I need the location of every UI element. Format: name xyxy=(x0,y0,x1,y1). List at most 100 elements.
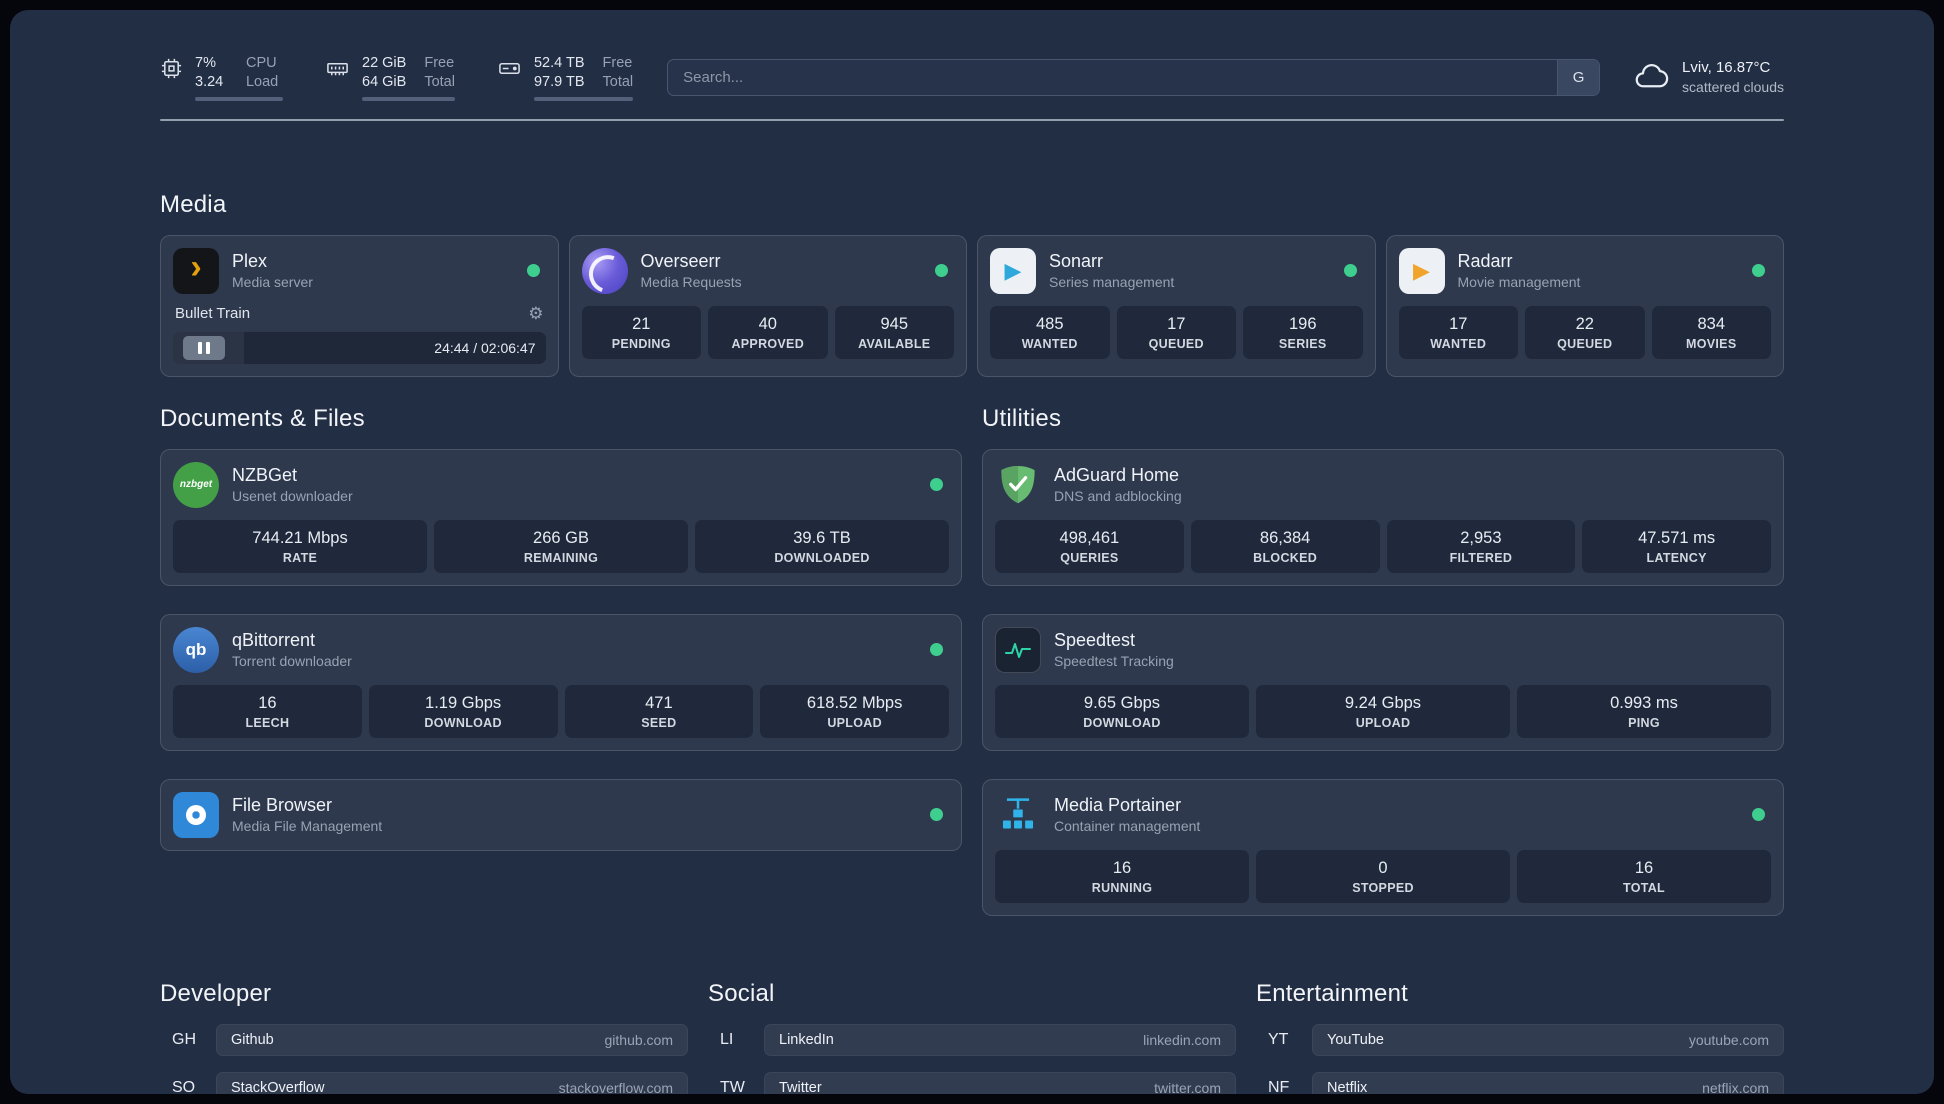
bookmark-link-stackoverflow[interactable]: StackOverflow stackoverflow.com xyxy=(216,1071,688,1094)
service-card-header: ▶ Radarr Movie management xyxy=(1398,247,1772,294)
playback-bar[interactable]: 24:44 / 02:06:47 xyxy=(173,331,546,364)
service-card-portainer[interactable]: Media Portainer Container management 16 … xyxy=(982,778,1784,916)
service-card-overseerr[interactable]: Overseerr Media Requests 21 PENDING 40 A… xyxy=(568,234,967,377)
media-grid: › Plex Media server Bullet Train ⚙ 24:44… xyxy=(160,234,1784,377)
service-card-header: AdGuard Home DNS and adblocking xyxy=(995,462,1771,508)
bookmark-row: NF Netflix netflix.com xyxy=(1256,1071,1784,1094)
bookmark-row: YT YouTube youtube.com xyxy=(1256,1023,1784,1056)
stat-value: 39.6 TB xyxy=(793,528,851,547)
stat-value: 0 xyxy=(1378,858,1388,877)
stat-tile: 0.993 ms PING xyxy=(1517,684,1771,738)
disk-progress-bar xyxy=(533,96,634,101)
sonarr-icon: ▶ xyxy=(990,247,1036,294)
service-card-qbittorrent[interactable]: qb qBittorrent Torrent downloader 16 LEE… xyxy=(160,613,962,751)
disk-total: 97.9 TB xyxy=(533,73,585,90)
stats-row: 16 RUNNING 0 STOPPED 16 TOTAL xyxy=(995,849,1771,903)
service-card-nzbget[interactable]: nzbget NZBGet Usenet downloader 744.21 M… xyxy=(160,448,962,586)
qbittorrent-icon: qb xyxy=(173,626,219,673)
stat-label: PING xyxy=(1628,715,1660,730)
stat-label: PENDING xyxy=(611,336,671,351)
bookmark-name: StackOverflow xyxy=(231,1079,325,1094)
stat-value: 2,953 xyxy=(1460,528,1502,547)
service-titles: Speedtest Speedtest Tracking xyxy=(1054,630,1174,669)
stat-label: UPLOAD xyxy=(1355,715,1411,730)
stat-value: 86,384 xyxy=(1259,528,1311,547)
status-dot xyxy=(526,264,540,278)
service-titles: NZBGet Usenet downloader xyxy=(232,465,353,504)
pause-icon xyxy=(198,341,202,354)
memory-total: 64 GiB xyxy=(362,73,407,90)
bookmark-link-github[interactable]: Github github.com xyxy=(216,1023,688,1056)
status-dot xyxy=(930,808,943,822)
service-description: Speedtest Tracking xyxy=(1054,653,1174,670)
service-titles: Radarr Movie management xyxy=(1458,251,1581,290)
section-title-utilities: Utilities xyxy=(982,404,1062,432)
stat-label: MOVIES xyxy=(1686,336,1737,351)
service-name[interactable]: Radarr xyxy=(1458,251,1581,272)
plex-chevron-glyph: › xyxy=(190,248,202,287)
filebrowser-icon xyxy=(173,791,219,838)
section-title-media: Media xyxy=(160,190,227,218)
stat-tile: 9.65 Gbps DOWNLOAD xyxy=(995,684,1249,738)
bookmark-list: GH Github github.com SO StackOverflow st… xyxy=(160,1023,688,1094)
bookmark-link-youtube[interactable]: YouTube youtube.com xyxy=(1312,1023,1784,1056)
stat-value: 196 xyxy=(1288,314,1317,333)
stat-label: FILTERED xyxy=(1449,550,1513,565)
bookmark-group-social: Social LI LinkedIn linkedin.com TW Twitt… xyxy=(708,980,1236,1094)
stat-tile: 266 GB REMAINING xyxy=(434,519,688,573)
stats-row: 744.21 Mbps RATE 266 GB REMAINING 39.6 T… xyxy=(173,519,949,573)
service-card-header: qb qBittorrent Torrent downloader xyxy=(173,626,949,673)
stat-value: 485 xyxy=(1035,314,1064,333)
stats-row: 498,461 QUERIES 86,384 BLOCKED 2,953 FIL… xyxy=(995,519,1771,573)
playback-time: 24:44 / 02:06:47 xyxy=(434,339,536,356)
gear-icon[interactable]: ⚙ xyxy=(528,304,543,324)
bookmark-link-linkedin[interactable]: LinkedIn linkedin.com xyxy=(764,1023,1236,1056)
bookmark-url: youtube.com xyxy=(1688,1031,1769,1048)
bookmarks: Developer GH Github github.com SO StackO… xyxy=(160,980,1784,1094)
cpu-icon xyxy=(160,57,183,85)
stat-tile: 1.19 Gbps DOWNLOAD xyxy=(368,684,558,738)
status-dot xyxy=(935,264,948,278)
service-name[interactable]: NZBGet xyxy=(232,465,353,486)
top-bar: 7% CPU 3.24 Load 22 GiB Free 64 GiB Tota… xyxy=(160,54,1784,101)
stat-value: 16 xyxy=(258,693,277,712)
bookmark-url: netflix.com xyxy=(1702,1079,1769,1094)
memory-readout: 22 GiB Free 64 GiB Total xyxy=(362,54,455,101)
bookmark-link-netflix[interactable]: Netflix netflix.com xyxy=(1312,1071,1784,1094)
stat-value: 17 xyxy=(1449,314,1468,333)
search-provider-button[interactable]: G xyxy=(1557,59,1600,95)
pause-button[interactable] xyxy=(183,335,225,360)
service-name[interactable]: File Browser xyxy=(232,795,382,816)
stat-label: APPROVED xyxy=(731,336,805,351)
service-card-header: Overseerr Media Requests xyxy=(581,247,955,294)
memory-progress-bar xyxy=(362,96,455,101)
service-name[interactable]: qBittorrent xyxy=(232,630,352,651)
stat-value: 471 xyxy=(645,693,673,712)
bookmark-link-twitter[interactable]: Twitter twitter.com xyxy=(764,1071,1236,1094)
bookmark-url: linkedin.com xyxy=(1143,1031,1221,1048)
service-name[interactable]: AdGuard Home xyxy=(1054,465,1182,486)
service-card-sonarr[interactable]: ▶ Sonarr Series management 485 WANTED 17… xyxy=(977,234,1376,377)
service-name[interactable]: Speedtest xyxy=(1054,630,1174,651)
service-name[interactable]: Media Portainer xyxy=(1054,795,1200,816)
memory-free: 22 GiB xyxy=(362,55,407,71)
service-card-speedtest[interactable]: Speedtest Speedtest Tracking 9.65 Gbps D… xyxy=(982,613,1784,751)
service-name[interactable]: Sonarr xyxy=(1049,251,1174,272)
service-description: DNS and adblocking xyxy=(1054,488,1182,505)
stat-label: LEECH xyxy=(245,715,290,730)
service-card-radarr[interactable]: ▶ Radarr Movie management 17 WANTED 22 Q… xyxy=(1385,234,1784,377)
stat-value: 266 GB xyxy=(533,528,589,547)
stat-value: 618.52 Mbps xyxy=(806,693,903,712)
disk-icon xyxy=(497,57,522,85)
service-card-filebrowser[interactable]: File Browser Media File Management xyxy=(160,778,962,851)
weather-widget: Lviv, 16.87°C scattered clouds xyxy=(1634,58,1784,97)
status-dot xyxy=(1752,264,1765,278)
stat-label: STOPPED xyxy=(1352,880,1414,895)
search-input[interactable] xyxy=(667,58,1601,96)
service-name[interactable]: Overseerr xyxy=(641,251,742,272)
service-name[interactable]: Plex xyxy=(232,251,313,272)
bookmark-list: LI LinkedIn linkedin.com TW Twitter twit… xyxy=(708,1023,1236,1094)
bookmark-group-entertainment: Entertainment YT YouTube youtube.com NF … xyxy=(1256,980,1784,1094)
service-card-adguard[interactable]: AdGuard Home DNS and adblocking 498,461 … xyxy=(982,448,1784,586)
service-card-plex[interactable]: › Plex Media server Bullet Train ⚙ 24:44… xyxy=(160,234,559,377)
